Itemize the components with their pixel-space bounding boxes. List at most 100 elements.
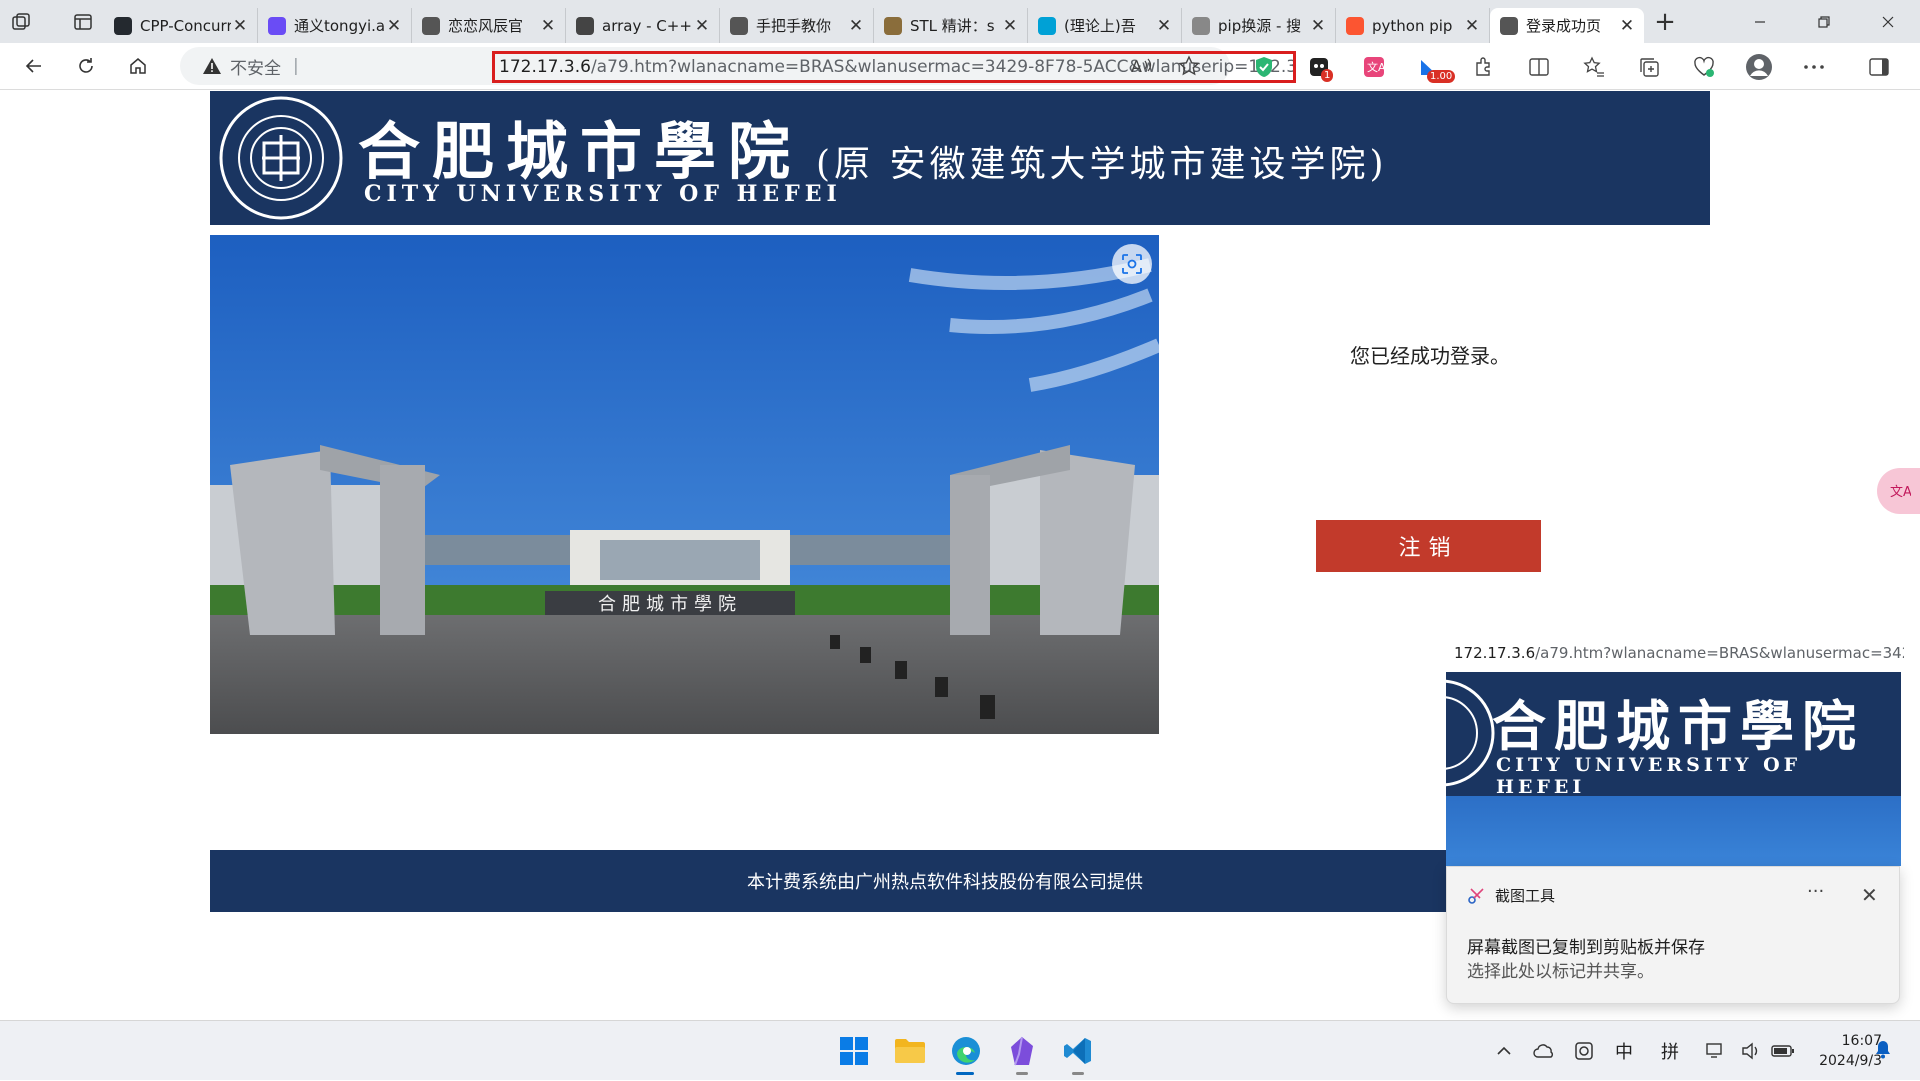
browser-tab[interactable]: STL 精讲：s ✕ (874, 8, 1028, 43)
read-aloud-icon[interactable]: A (1130, 55, 1152, 77)
address-bar[interactable]: 不安全 | 172.17.3.6/a79.htm?wlanacname=BRAS… (180, 47, 1296, 85)
speed-extension-icon[interactable]: 1.00 (1401, 43, 1456, 90)
navigation-bar: 不安全 | 172.17.3.6/a79.htm?wlanacname=BRAS… (0, 43, 1920, 90)
system-clock[interactable]: 16:07 2024/9/3 (1800, 1031, 1882, 1071)
tab-title: STL 精讲：s (910, 17, 995, 35)
volume-icon[interactable] (1736, 1042, 1766, 1060)
snipping-tool-icon (1467, 887, 1485, 905)
workspaces-icon[interactable] (0, 1, 42, 43)
preview-url-path: /a79.htm?wlanacname=BRAS&wlanusermac=342… (1535, 644, 1904, 662)
tab-title: python pip (1372, 16, 1453, 35)
visual-search-button[interactable] (1112, 244, 1152, 284)
warning-icon[interactable] (202, 57, 222, 75)
tab-actions-icon[interactable] (62, 1, 104, 43)
tab-close-icon[interactable]: ✕ (693, 16, 711, 36)
browser-essentials-icon[interactable] (1676, 43, 1731, 90)
tongyi-icon (268, 16, 286, 35)
browser-tab[interactable]: CPP-Concurrency✕ (104, 8, 258, 43)
sidebar-toggle-icon[interactable] (1851, 43, 1906, 90)
clock-time: 16:07 (1841, 1033, 1882, 1049)
search-icon (1192, 16, 1210, 35)
page-icon (730, 16, 748, 35)
taskbar: 中 拼 16:07 2024/9/3 (0, 1020, 1920, 1080)
tab-close-icon[interactable]: ✕ (539, 16, 557, 36)
tab-title: array - C++ (602, 16, 692, 35)
new-tab-button[interactable]: + (1644, 1, 1686, 43)
footer-text: 本计费系统由广州热点软件科技股份有限公司提供 (747, 872, 1143, 893)
bilibili-icon (1038, 16, 1056, 35)
home-button[interactable] (112, 43, 164, 90)
browser-tab[interactable]: python pip ✕ (1336, 8, 1490, 43)
ghost-extension-icon[interactable]: 1 (1291, 43, 1346, 90)
ime-language-indicator[interactable]: 中 (1604, 1038, 1644, 1064)
tab-title: CPP-Concurrency (140, 16, 231, 35)
capture-app-icon[interactable] (1564, 1041, 1604, 1061)
edge-taskbar-button[interactable] (938, 1021, 994, 1081)
refresh-button[interactable] (60, 43, 112, 90)
restore-button[interactable] (1792, 0, 1856, 43)
tab-close-icon[interactable]: ✕ (1618, 16, 1636, 36)
translate-extension-icon[interactable]: 文A (1346, 43, 1401, 90)
tab-close-icon[interactable]: ✕ (231, 16, 249, 36)
tab-hover-preview[interactable]: 172.17.3.6/a79.htm?wlanacname=BRAS&wlanu… (1446, 644, 1904, 866)
ime-mode-indicator[interactable]: 拼 (1650, 1038, 1690, 1064)
edge-browser-icon (952, 1037, 980, 1065)
notification-bell-icon[interactable] (1874, 1039, 1892, 1059)
profile-avatar[interactable] (1731, 43, 1786, 90)
snipping-tool-notification[interactable]: 截图工具 ··· ✕ 屏幕截图已复制到剪贴板并保存 选择此处以标记并共享。 (1446, 866, 1900, 1004)
running-indicator (1016, 1072, 1028, 1075)
tab-close-icon[interactable]: ✕ (1309, 16, 1327, 36)
split-screen-icon[interactable] (1511, 43, 1566, 90)
browser-tab[interactable]: 手把手教你 ✕ (720, 8, 874, 43)
tab-close-icon[interactable]: ✕ (1001, 16, 1019, 36)
security-label[interactable]: 不安全 (230, 54, 281, 79)
browser-tab[interactable]: array - C++ ✕ (566, 8, 720, 43)
tab-title: 通义tongyi.ai (294, 17, 385, 35)
browser-tab[interactable]: pip换源 - 搜 ✕ (1182, 8, 1336, 43)
vscode-taskbar-button[interactable] (1050, 1021, 1106, 1081)
browser-tab[interactable]: (理论上)吾 ✕ (1028, 8, 1182, 43)
favorites-icon[interactable] (1566, 43, 1621, 90)
svg-text:文A: 文A (1890, 485, 1911, 500)
file-explorer-button[interactable] (882, 1021, 938, 1081)
browser-tab[interactable]: 登录成功页 ✕ (1490, 8, 1644, 43)
taskbar-apps (826, 1021, 1106, 1081)
collections-icon[interactable] (1621, 43, 1676, 90)
start-button[interactable] (826, 1021, 882, 1081)
tab-bar: CPP-Concurrency✕通义tongyi.ai✕恋恋风辰官✕array … (0, 0, 1920, 43)
battery-icon[interactable] (1766, 1044, 1800, 1058)
favorite-star-icon[interactable] (1178, 55, 1200, 77)
tab-close-icon[interactable]: ✕ (1155, 16, 1173, 36)
clock-date: 2024/9/3 (1819, 1053, 1882, 1069)
tab-close-icon[interactable]: ✕ (847, 16, 865, 36)
minimize-button[interactable] (1728, 0, 1792, 43)
toast-close-button[interactable]: ✕ (1861, 883, 1878, 907)
browser-tab[interactable]: 恋恋风辰官 ✕ (412, 8, 566, 43)
active-indicator (956, 1072, 974, 1075)
quote-icon (422, 16, 440, 35)
obsidian-icon (1011, 1036, 1033, 1066)
tab-close-icon[interactable]: ✕ (1463, 16, 1481, 36)
obsidian-taskbar-button[interactable] (994, 1021, 1050, 1081)
university-banner: 合肥城市學院 CITY UNIVERSITY OF HEFEI (原 安徽建筑大… (210, 91, 1710, 225)
preview-chinese-name: 合肥城市學院 (1492, 694, 1864, 758)
extensions-area: 1 文A 1.00 (1236, 43, 1906, 90)
back-button[interactable] (8, 43, 60, 90)
url-text[interactable]: 172.17.3.6/a79.htm?wlanacname=BRAS&wlanu… (492, 51, 1296, 83)
show-hidden-icons[interactable] (1484, 1046, 1524, 1056)
translate-float-button[interactable]: 文A (1877, 468, 1920, 514)
toast-more-button[interactable]: ··· (1807, 881, 1824, 902)
network-icon[interactable] (1696, 1042, 1736, 1060)
close-window-button[interactable] (1856, 0, 1920, 43)
tab-close-icon[interactable]: ✕ (385, 16, 403, 36)
tab-list: CPP-Concurrency✕通义tongyi.ai✕恋恋风辰官✕array … (104, 0, 1644, 43)
shield-extension-icon[interactable] (1236, 43, 1291, 90)
logout-button[interactable]: 注销 (1316, 520, 1541, 572)
onedrive-icon[interactable] (1524, 1044, 1564, 1058)
url-separator: | (293, 56, 299, 76)
tab-title: 登录成功页 (1526, 17, 1602, 35)
more-options-icon[interactable] (1786, 43, 1841, 90)
extensions-puzzle-icon[interactable] (1456, 43, 1511, 90)
site-icon (576, 16, 594, 35)
browser-tab[interactable]: 通义tongyi.ai ✕ (258, 8, 412, 43)
